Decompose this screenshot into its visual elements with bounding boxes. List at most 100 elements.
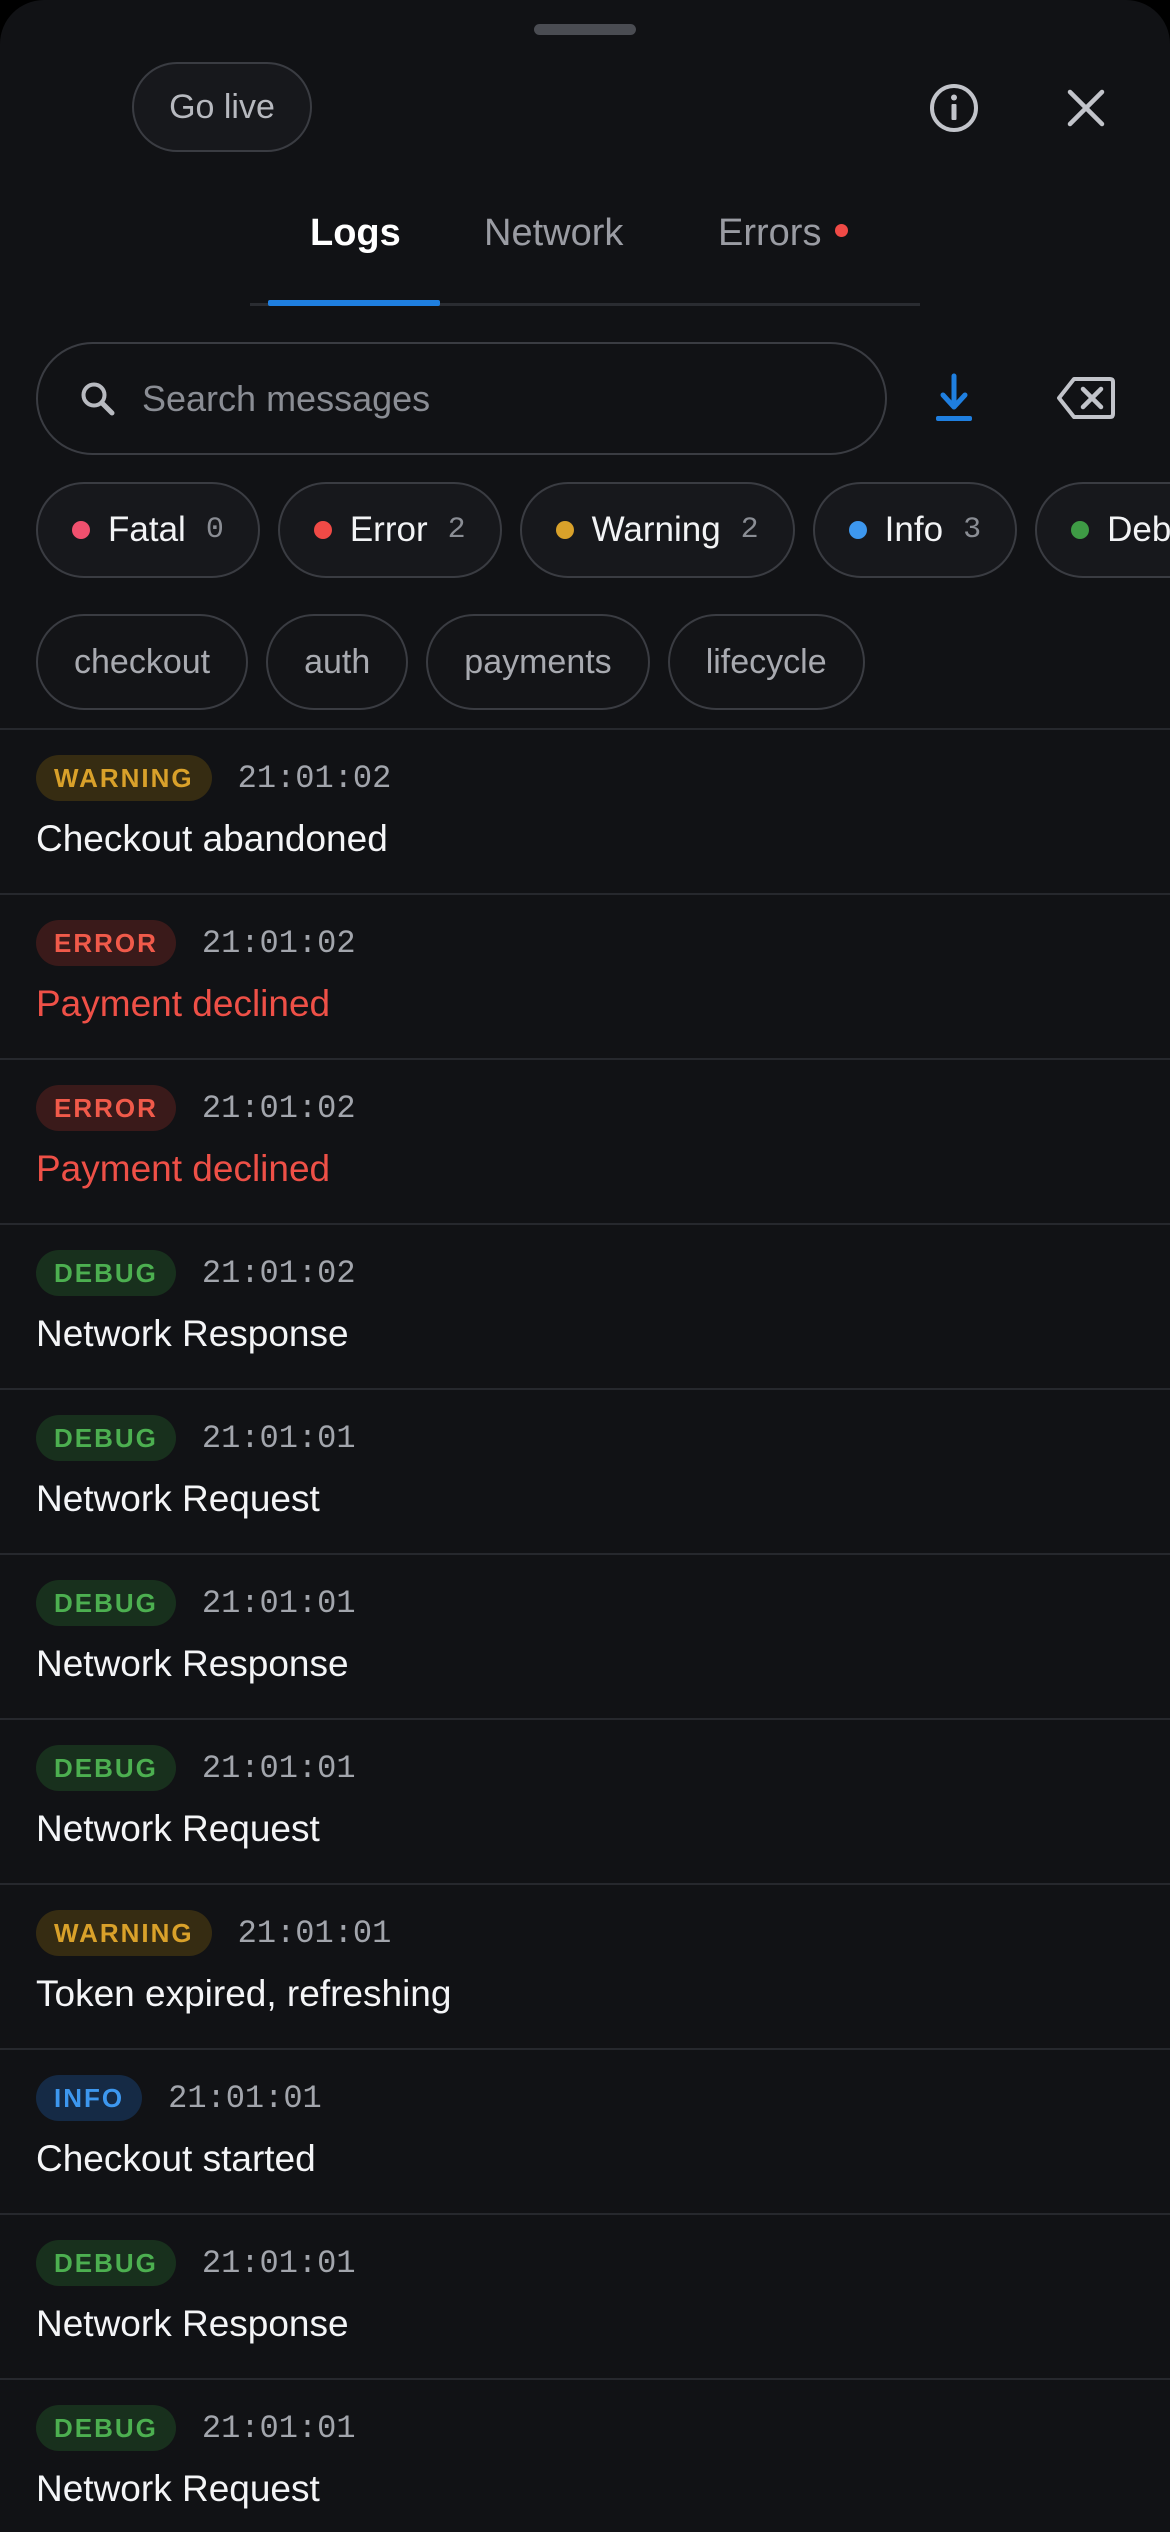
level-filter-count: 2 (447, 513, 466, 547)
tab-bar: Logs Network Errors (250, 196, 920, 306)
info-button[interactable] (914, 68, 994, 148)
download-button[interactable] (914, 358, 994, 438)
level-filter-chip-debug[interactable]: Debug (1035, 482, 1170, 578)
log-row-header: INFO 21:01:01 (36, 2074, 1134, 2122)
log-row-header: DEBUG 21:01:01 (36, 2404, 1134, 2452)
level-filter-count: 2 (740, 513, 759, 547)
level-dot (848, 521, 867, 539)
log-message: Payment declined (36, 1148, 331, 1189)
level-filter-chip-error[interactable]: Error 2 (277, 482, 502, 578)
level-filter-label: Debug (1107, 510, 1170, 549)
level-badge: ERROR (36, 920, 176, 966)
tab-errors[interactable]: Errors (718, 212, 849, 272)
log-row[interactable]: DEBUG 21:01:01 Network Response (0, 1553, 1170, 1718)
log-row-header: DEBUG 21:01:02 (36, 1249, 1134, 1297)
level-badge: DEBUG (36, 2240, 176, 2286)
search-icon (81, 382, 115, 415)
level-dot (313, 521, 332, 539)
errors-alert-dot (835, 224, 849, 238)
tab-logs[interactable]: Logs (310, 212, 401, 272)
log-timestamp: 21:01:01 (201, 2244, 356, 2282)
level-filter-label: Fatal (108, 510, 186, 549)
tab-network[interactable]: Network (484, 212, 623, 272)
level-filter-chip-fatal[interactable]: Fatal 0 (36, 482, 260, 578)
log-timestamp: 21:01:01 (201, 1419, 356, 1457)
log-row-header: DEBUG 21:01:01 (36, 1579, 1134, 1627)
close-button[interactable] (1046, 68, 1126, 148)
go-live-button[interactable]: Go live (132, 62, 312, 152)
level-badge: DEBUG (36, 1580, 176, 1626)
info-icon (930, 84, 978, 132)
log-row-header: DEBUG 21:01:01 (36, 1414, 1134, 1462)
level-filter-row: Fatal 0 Error 2 Warning 2 Info 3 Debug (36, 482, 1170, 578)
log-timestamp: 21:01:02 (237, 759, 392, 797)
log-row[interactable]: WARNING 21:01:02 Checkout abandoned (0, 728, 1170, 893)
active-tab-indicator (268, 300, 440, 306)
log-message: Network Response (36, 2303, 349, 2344)
level-filter-label: Warning (591, 510, 721, 549)
log-message: Network Request (36, 1478, 320, 1519)
tab-errors-label: Errors (718, 212, 822, 254)
tag-filter-chip-lifecycle[interactable]: lifecycle (667, 614, 865, 710)
log-row-header: DEBUG 21:01:01 (36, 2239, 1134, 2287)
level-filter-count: 0 (205, 513, 224, 547)
level-dot (1071, 521, 1090, 539)
log-row-header: WARNING 21:01:02 (36, 754, 1134, 802)
level-badge: WARNING (36, 755, 212, 801)
sheet-grabber[interactable] (534, 24, 636, 35)
log-row[interactable]: DEBUG 21:01:02 Network Response (0, 1223, 1170, 1388)
log-message: Network Request (36, 2468, 320, 2509)
log-message: Network Response (36, 1643, 349, 1684)
log-message: Token expired, refreshing (36, 1973, 452, 2014)
level-badge: DEBUG (36, 1250, 176, 1296)
level-dot (72, 521, 90, 539)
search-bar (36, 342, 887, 455)
level-filter-label: Error (349, 510, 428, 549)
search-input[interactable] (142, 377, 822, 420)
log-message: Payment declined (36, 983, 331, 1024)
log-row[interactable]: INFO 21:01:01 Checkout started (0, 2048, 1170, 2213)
clear-logs-button[interactable] (1046, 358, 1126, 438)
log-row[interactable]: ERROR 21:01:02 Payment declined (0, 1058, 1170, 1223)
log-row[interactable]: DEBUG 21:01:01 Network Request (0, 1718, 1170, 1883)
level-dot (555, 521, 574, 539)
level-badge: INFO (36, 2075, 143, 2121)
log-viewer-sheet: Go live Logs Network Errors Search messa… (0, 0, 1170, 2532)
log-message: Network Request (36, 1808, 320, 1849)
level-badge: DEBUG (36, 1415, 176, 1461)
level-filter-label: Info (884, 510, 944, 549)
log-message: Checkout abandoned (36, 818, 388, 859)
log-timestamp: 21:01:02 (201, 1254, 356, 1292)
log-row[interactable]: DEBUG 21:01:01 Network Response (0, 2213, 1170, 2378)
log-timestamp: 21:01:02 (201, 924, 356, 962)
tag-filter-chip-checkout[interactable]: checkout (36, 614, 249, 710)
tag-filter-chip-auth[interactable]: auth (266, 614, 409, 710)
level-badge: WARNING (36, 1910, 212, 1956)
log-row-header: DEBUG 21:01:01 (36, 1744, 1134, 1792)
log-timestamp: 21:01:01 (201, 2409, 356, 2447)
log-timestamp: 21:01:01 (201, 1749, 356, 1787)
tag-filter-row: checkout auth payments lifecycle (36, 614, 865, 710)
tag-filter-chip-payments[interactable]: payments (426, 614, 650, 710)
log-timestamp: 21:01:01 (201, 1584, 356, 1622)
log-timestamp: 21:01:02 (201, 1089, 356, 1127)
log-timestamp: 21:01:01 (237, 1914, 392, 1952)
close-icon (1067, 89, 1105, 127)
level-filter-chip-warning[interactable]: Warning 2 (519, 482, 795, 578)
log-row-header: WARNING 21:01:01 (36, 1909, 1134, 1957)
log-row[interactable]: WARNING 21:01:01 Token expired, refreshing (0, 1883, 1170, 2048)
level-filter-chip-info[interactable]: Info 3 (812, 482, 1018, 578)
log-message: Checkout started (36, 2138, 316, 2179)
level-badge: ERROR (36, 1085, 176, 1131)
log-row[interactable]: DEBUG 21:01:01 Network Request (0, 1388, 1170, 1553)
level-badge: DEBUG (36, 2405, 176, 2451)
log-row-header: ERROR 21:01:02 (36, 1084, 1134, 1132)
backspace-icon (1057, 377, 1115, 419)
download-icon (936, 373, 972, 421)
log-row-header: ERROR 21:01:02 (36, 919, 1134, 967)
log-row[interactable]: ERROR 21:01:02 Payment declined (0, 893, 1170, 1058)
log-row[interactable]: DEBUG 21:01:01 Network Request (0, 2378, 1170, 2532)
log-list: WARNING 21:01:02 Checkout abandoned ERROR 21… (0, 728, 1170, 2532)
log-message: Network Response (36, 1313, 349, 1354)
level-badge: DEBUG (36, 1745, 176, 1791)
